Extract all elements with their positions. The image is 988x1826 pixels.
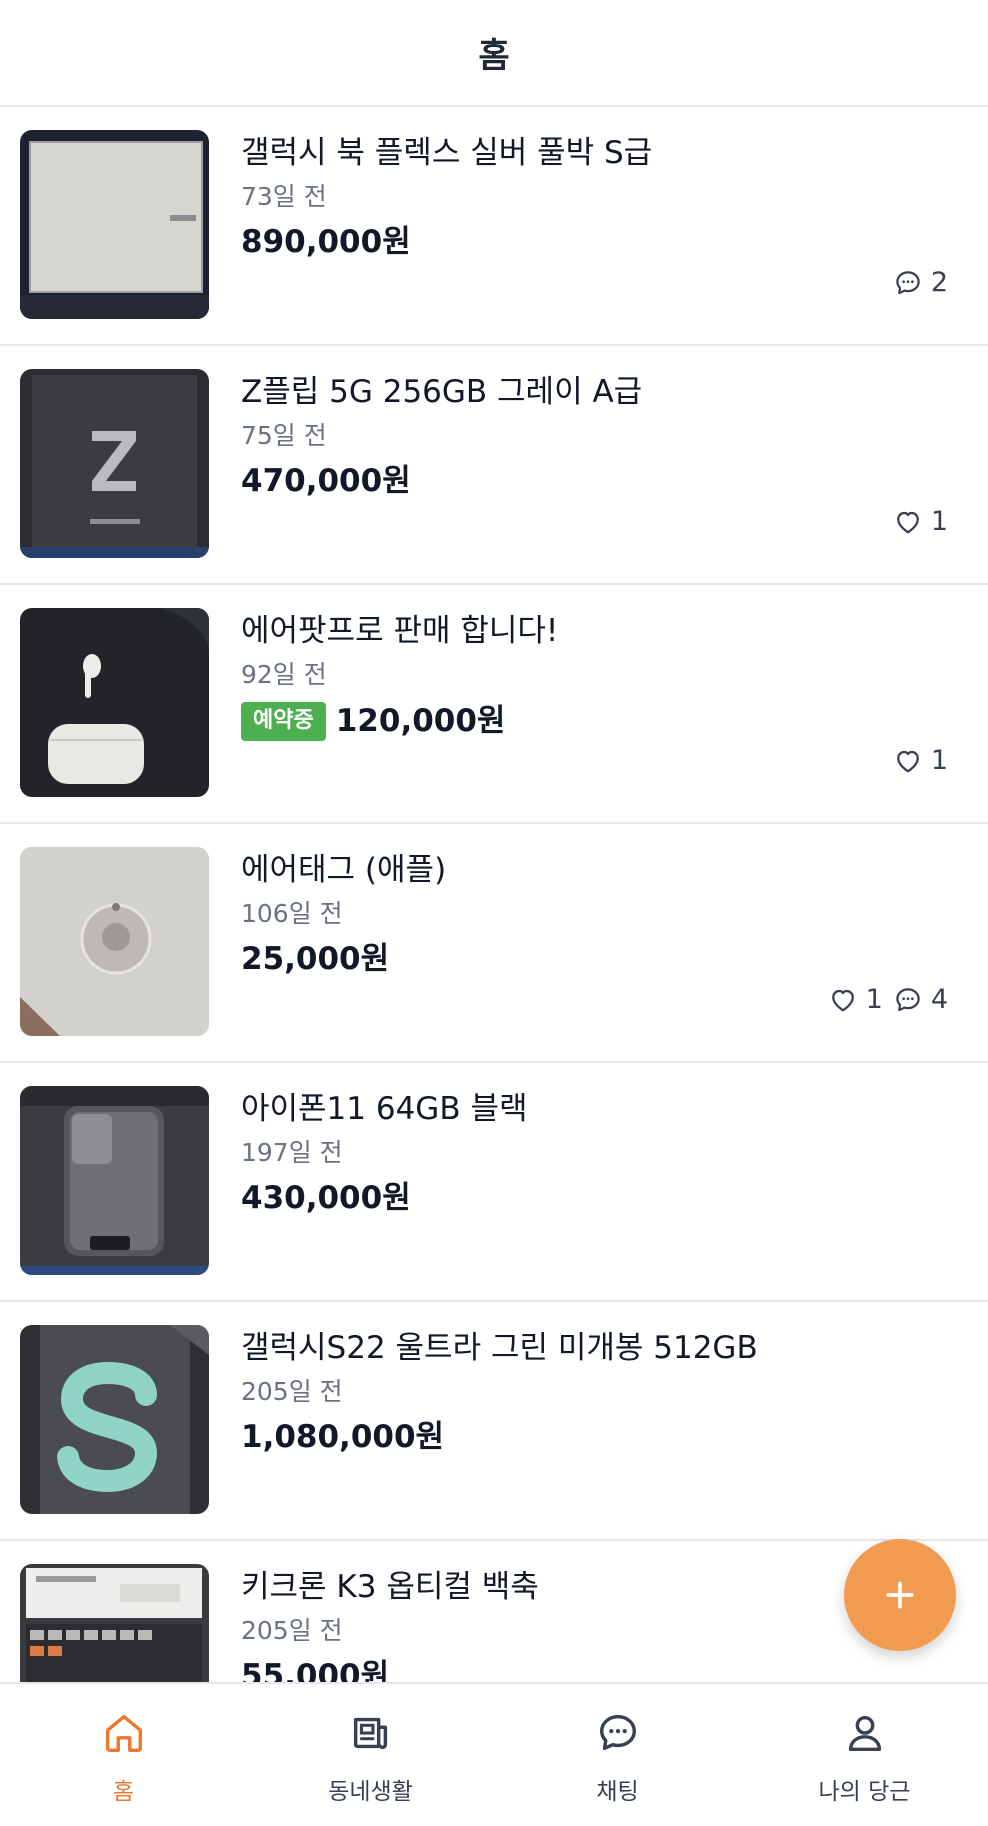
plus-icon: [886, 1581, 914, 1609]
list-item[interactable]: 아이폰11 64GB 블랙 197일 전 430,000원: [0, 1063, 988, 1302]
product-thumbnail: [20, 1325, 209, 1514]
product-list: 갤럭시 북 플렉스 실버 풀박 S급 73일 전 890,000원 2 Z플립 …: [0, 107, 988, 1682]
comment-count: 2: [893, 267, 948, 298]
user-icon: [848, 1715, 881, 1752]
item-date: 75일 전: [241, 421, 327, 451]
list-item[interactable]: 갤럭시S22 울트라 그린 미개봉 512GB 205일 전 1,080,000…: [0, 1302, 988, 1541]
item-price: 890,000원: [241, 224, 411, 261]
item-date: 73일 전: [241, 182, 327, 212]
product-thumbnail: [20, 1564, 209, 1682]
item-price: 55,000원: [241, 1658, 390, 1682]
comment-icon: [896, 987, 920, 1011]
list-item[interactable]: Z플립 5G 256GB 그레이 A급 75일 전 470,000원 1: [0, 346, 988, 585]
item-price: 1,080,000원: [241, 1419, 445, 1456]
like-count: 1: [828, 984, 883, 1015]
like-count: 1: [893, 506, 948, 537]
nav-item-chat[interactable]: 채팅: [494, 1684, 741, 1826]
product-thumbnail: [20, 369, 209, 558]
product-thumbnail: [20, 608, 209, 797]
like-count: 1: [893, 745, 948, 776]
nav-label: 동네생활: [328, 1779, 413, 1805]
item-date: 205일 전: [241, 1377, 343, 1407]
home-icon: [105, 1714, 142, 1752]
item-price: 470,000원: [241, 463, 411, 500]
item-title: 에어팟프로 판매 합니다!: [241, 613, 559, 649]
product-thumbnail: [20, 847, 209, 1036]
item-date: 197일 전: [241, 1138, 343, 1168]
newspaper-icon: [353, 1717, 387, 1750]
nav-label: 나의 당근: [818, 1779, 911, 1805]
item-title: 에어태그 (애플): [241, 852, 447, 888]
comment-count: 4: [893, 984, 948, 1015]
nav-item-neighborhood[interactable]: 동네생활: [247, 1684, 494, 1826]
list-item[interactable]: 키크론 K3 옵티컬 백축 205일 전 55,000원: [0, 1541, 988, 1682]
chat-icon: [599, 1714, 636, 1751]
list-item[interactable]: 에어팟프로 판매 합니다! 92일 전 예약중 120,000원 1: [0, 585, 988, 824]
heart-icon: [896, 511, 919, 533]
product-thumbnail: [20, 130, 209, 319]
nav-label: 채팅: [596, 1779, 639, 1805]
list-item[interactable]: 에어태그 (애플) 106일 전 25,000원 1 4: [0, 824, 988, 1063]
nav-label: 홈: [112, 1779, 135, 1805]
nav-item-home[interactable]: 홈: [0, 1684, 247, 1826]
heart-icon: [896, 750, 919, 772]
nav-item-my-profile[interactable]: 나의 당근: [741, 1684, 988, 1826]
item-title: Z플립 5G 256GB 그레이 A급: [241, 374, 643, 410]
heart-icon: [831, 989, 854, 1011]
comment-icon: [896, 270, 920, 294]
list-item[interactable]: 갤럭시 북 플렉스 실버 풀박 S급 73일 전 890,000원 2: [0, 107, 988, 346]
item-date: 106일 전: [241, 899, 343, 929]
item-price: 120,000원: [335, 702, 506, 739]
item-date: 92일 전: [241, 660, 327, 690]
item-title: 갤럭시 북 플렉스 실버 풀박 S급: [241, 135, 653, 171]
app-header: 홈: [0, 0, 988, 107]
bottom-navigation: 홈 동네생활 채팅 나의 당근: [0, 1682, 988, 1826]
item-price: 25,000원: [241, 941, 390, 978]
reserved-badge: 예약중: [241, 702, 326, 741]
add-item-button[interactable]: [844, 1539, 956, 1651]
page-title: 홈: [478, 36, 510, 76]
item-price: 430,000원: [241, 1180, 411, 1217]
product-thumbnail: [20, 1086, 209, 1275]
item-title: 갤럭시S22 울트라 그린 미개봉 512GB: [241, 1330, 758, 1366]
item-title: 아이폰11 64GB 블랙: [241, 1091, 528, 1127]
